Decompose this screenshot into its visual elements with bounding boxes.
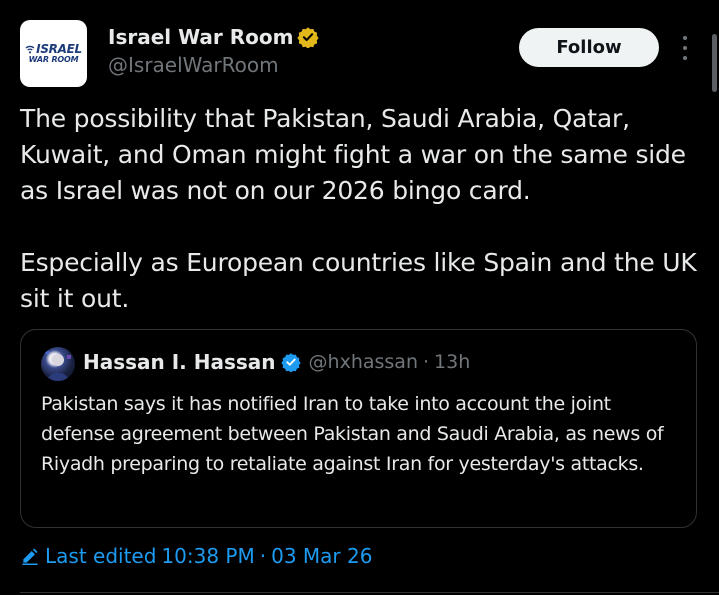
last-edited-date: 03 Mar 26 [271, 544, 373, 568]
divider [20, 592, 719, 593]
quoted-author-name[interactable]: Hassan I. Hassan [83, 350, 276, 374]
more-vertical-icon[interactable] [676, 36, 694, 60]
avatar-portrait-icon [44, 351, 71, 381]
more-dot [683, 46, 687, 50]
pencil-icon [22, 548, 38, 565]
quoted-tweet-time[interactable]: 13h [434, 351, 470, 373]
author-handle[interactable]: @IsraelWarRoom [108, 53, 279, 77]
author-name-row[interactable]: Israel War Room [108, 25, 320, 49]
more-dot [683, 56, 687, 60]
author-display-name[interactable]: Israel War Room [108, 25, 293, 49]
last-edited-time: 10:38 PM [161, 544, 255, 568]
meta-separator: · [259, 544, 267, 568]
blue-check-icon [280, 353, 301, 372]
quoted-tweet-header: Hassan I. Hassan @hxhassan · 13h [83, 350, 470, 374]
meta-separator: · [423, 351, 430, 373]
logo-text-israel: ISRAEL [36, 42, 82, 56]
tweet-text: The possibility that Pakistan, Saudi Ara… [20, 104, 697, 313]
signal-icon [25, 45, 35, 54]
last-edited-label: Last edited [45, 544, 157, 568]
quoted-author-avatar[interactable] [41, 347, 75, 381]
more-dot [683, 36, 687, 40]
quoted-tweet-text: Pakistan says it has notified Iran to ta… [41, 393, 664, 475]
logo-text-war-room: WAR ROOM [28, 55, 79, 64]
scrollbar[interactable] [712, 34, 717, 92]
quoted-author-handle[interactable]: @hxhassan [309, 351, 418, 373]
israel-war-room-logo: ISRAEL WAR ROOM [25, 43, 82, 64]
author-avatar[interactable]: ISRAEL WAR ROOM [20, 20, 87, 87]
last-edited-link[interactable]: Last edited 10:38 PM · 03 Mar 26 [20, 544, 372, 568]
follow-button[interactable]: Follow [519, 28, 659, 67]
gold-check-icon [297, 27, 320, 48]
quoted-tweet-card[interactable]: Hassan I. Hassan @hxhassan · 13h Pakista… [20, 329, 697, 528]
